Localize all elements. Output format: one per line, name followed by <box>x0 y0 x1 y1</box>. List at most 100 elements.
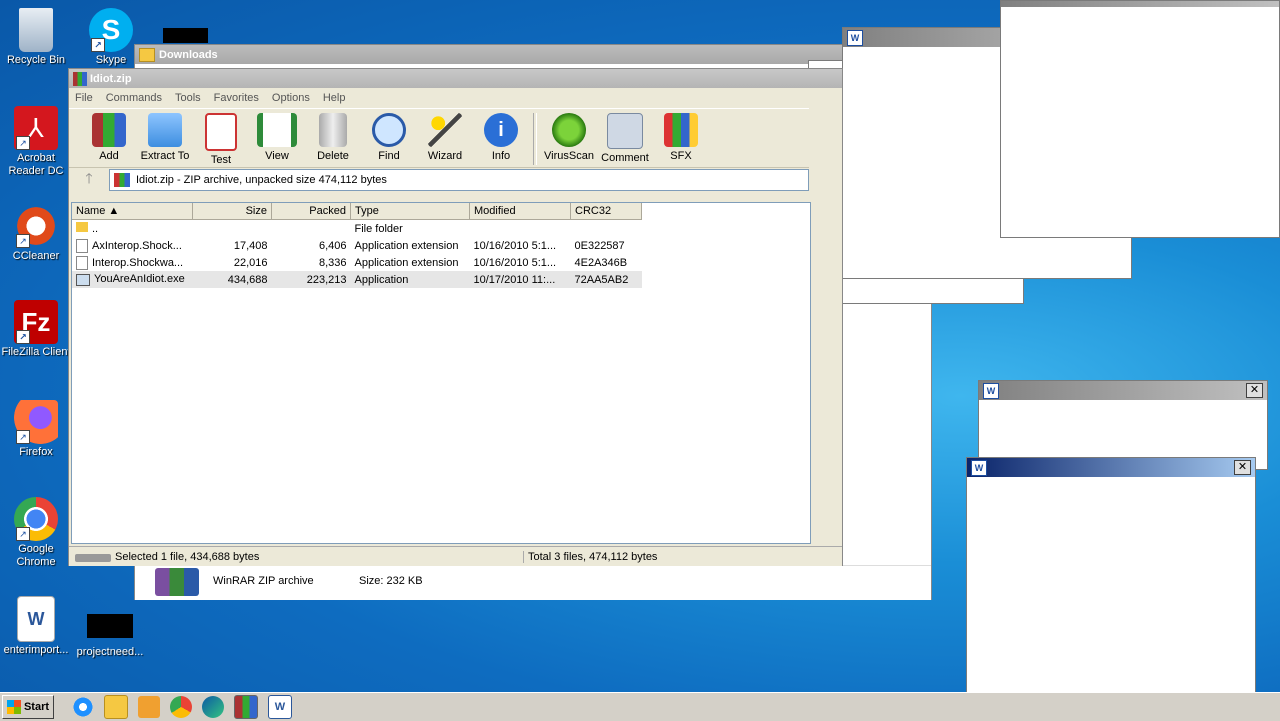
column-type[interactable]: Type <box>350 203 470 220</box>
desktop-icon-chrome[interactable]: ↗ Google Chrome <box>0 497 72 569</box>
word-document-icon: W <box>17 596 55 642</box>
start-button[interactable]: Start <box>2 695 54 719</box>
address-bar: 🡑 Idiot.zip - ZIP archive, unpacked size… <box>69 168 809 192</box>
view-button[interactable]: View <box>249 113 305 162</box>
recycle-bin-icon <box>19 8 53 52</box>
details-type: WinRAR ZIP archive <box>213 575 314 587</box>
word-icon: W <box>971 459 987 476</box>
book-icon <box>257 113 297 147</box>
virusscan-button[interactable]: VirusScan <box>541 113 597 162</box>
close-icon[interactable]: ✕ <box>1234 460 1251 475</box>
status-selected: Selected 1 file, 434,688 bytes <box>115 550 260 563</box>
column-crc32[interactable]: CRC32 <box>570 203 642 220</box>
menu-favorites[interactable]: Favorites <box>214 92 259 104</box>
add-archive-icon <box>92 113 126 147</box>
table-row[interactable]: Interop.Shockwa... 22,016 8,336 Applicat… <box>72 254 642 271</box>
winrar-icon <box>73 71 87 86</box>
desktop-icon-recycle-bin[interactable]: Recycle Bin <box>0 8 72 67</box>
virus-bug-icon <box>552 113 586 147</box>
column-name[interactable]: Name ▲ <box>72 203 193 220</box>
media-player-icon[interactable] <box>138 696 160 718</box>
popup-window-5[interactable]: W ✕ <box>966 457 1256 710</box>
popup-titlebar-active[interactable]: W <box>967 458 1255 477</box>
downloads-title: Downloads <box>159 48 218 61</box>
folder-extract-icon <box>148 113 182 147</box>
file-list[interactable]: Name ▲ Size Packed Type Modified CRC32 .… <box>71 202 811 544</box>
comment-button[interactable]: Comment <box>597 113 653 164</box>
test-button[interactable]: Test <box>193 113 249 166</box>
magic-wand-icon <box>428 113 462 147</box>
menu-file[interactable]: File <box>75 92 93 104</box>
exe-file-icon <box>76 273 90 286</box>
menu-bar: File Commands Tools Favorites Options He… <box>69 88 842 108</box>
status-bar: Selected 1 file, 434,688 bytes Total 3 f… <box>69 546 842 566</box>
winrar-taskbar-icon[interactable] <box>234 695 258 719</box>
popup-titlebar[interactable]: W <box>979 381 1267 400</box>
winrar-window[interactable]: Idiot.zip File Commands Tools Favorites … <box>68 68 843 566</box>
windows-logo-icon <box>6 700 21 714</box>
edge-icon[interactable] <box>202 696 224 718</box>
details-size: Size: 232 KB <box>359 575 423 587</box>
ie-icon[interactable] <box>72 696 94 718</box>
table-row[interactable]: AxInterop.Shock... 17,408 6,406 Applicat… <box>72 237 642 254</box>
find-button[interactable]: Find <box>361 113 417 162</box>
column-packed[interactable]: Packed <box>271 203 351 220</box>
folder-icon <box>139 47 155 62</box>
desktop-icon-project[interactable]: projectneed... <box>74 614 146 659</box>
explorer-icon[interactable] <box>104 695 128 719</box>
menu-commands[interactable]: Commands <box>106 92 162 104</box>
add-button[interactable]: Add <box>81 113 137 162</box>
column-headers: Name ▲ Size Packed Type Modified CRC32 <box>72 203 642 220</box>
extract-to-button[interactable]: Extract To <box>137 113 193 162</box>
column-size[interactable]: Size <box>192 203 272 220</box>
info-button[interactable]: i Info <box>473 113 529 162</box>
dll-file-icon <box>76 238 88 253</box>
taskbar: Start W <box>0 692 1280 721</box>
winrar-titlebar[interactable]: Idiot.zip <box>69 69 842 88</box>
drive-icon <box>75 553 111 562</box>
winrar-title: Idiot.zip <box>90 72 132 85</box>
word-taskbar-icon[interactable]: W <box>268 695 292 719</box>
desktop-icon-firefox[interactable]: ↗ Firefox <box>0 400 72 459</box>
sfx-archive-icon <box>664 113 698 147</box>
menu-tools[interactable]: Tools <box>175 92 201 104</box>
ccleaner-icon: ↗ <box>14 204 58 248</box>
chrome-taskbar-icon[interactable] <box>170 696 192 718</box>
comment-icon <box>607 113 643 149</box>
column-modified[interactable]: Modified <box>469 203 571 220</box>
wizard-button[interactable]: Wizard <box>417 113 473 162</box>
zip-archive-icon <box>114 173 130 187</box>
delete-button[interactable]: Delete <box>305 113 361 162</box>
menu-options[interactable]: Options <box>272 92 310 104</box>
info-icon: i <box>484 113 518 147</box>
chrome-icon: ↗ <box>14 497 58 541</box>
anyrun-watermark: ANY RUN <box>1036 613 1259 665</box>
up-arrow-icon[interactable]: 🡑 <box>69 168 109 192</box>
menu-help[interactable]: Help <box>323 92 346 104</box>
desktop-icon-filezilla[interactable]: Fz ↗ FileZilla Client <box>0 300 72 359</box>
file-table: Name ▲ Size Packed Type Modified CRC32 .… <box>72 203 642 288</box>
redacted-file-icon <box>87 614 133 638</box>
table-row-selected[interactable]: YouAreAnIdiot.exe 434,688 223,213 Applic… <box>72 271 642 288</box>
desktop-icon-ccleaner[interactable]: ↗ CCleaner <box>0 204 72 263</box>
redacted-icon <box>163 28 208 43</box>
dll-file-icon <box>76 255 88 270</box>
firefox-icon: ↗ <box>14 400 58 444</box>
path-field[interactable]: Idiot.zip - ZIP archive, unpacked size 4… <box>109 169 809 191</box>
word-icon: W <box>847 29 863 46</box>
close-icon[interactable]: ✕ <box>1246 383 1263 398</box>
skype-icon: S ↗ <box>89 8 133 52</box>
desktop-icon-word-doc[interactable]: W enterimport... <box>0 596 72 657</box>
toolbar: Add Extract To Test View Delete Find Wiz… <box>69 108 809 168</box>
word-icon: W <box>983 382 999 399</box>
popup-titlebar[interactable] <box>1001 1 1279 7</box>
status-total: Total 3 files, 474,112 bytes <box>528 550 658 563</box>
desktop-icon-acrobat[interactable]: ⅄ ↗ Acrobat Reader DC <box>0 106 72 178</box>
table-row[interactable]: .. File folder <box>72 220 642 238</box>
popup-window-3[interactable] <box>1000 0 1280 238</box>
winrar-archive-icon <box>155 568 199 596</box>
file-details-pane: WinRAR ZIP archive Size: 232 KB <box>135 565 931 600</box>
magnifier-icon <box>372 113 406 147</box>
folder-icon <box>76 222 88 232</box>
sfx-button[interactable]: SFX <box>653 113 709 162</box>
